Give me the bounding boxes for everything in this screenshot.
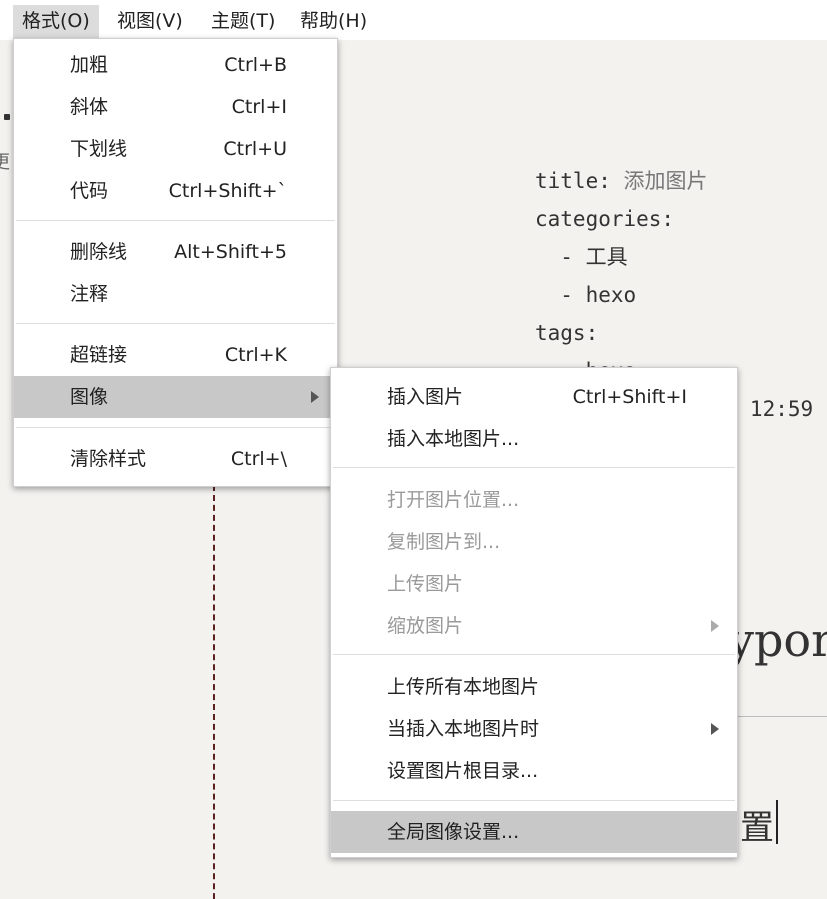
submenu-arrow-icon: [711, 723, 719, 735]
menu-item-label: 缩放图片: [387, 615, 464, 637]
menu-item-label: 代码: [70, 180, 109, 202]
menu-separator: [16, 220, 335, 221]
app-window: 格式(O) 视图(V) 主题(T) 帮助(H) 更 title: 添加图片 ca…: [0, 0, 827, 899]
menu-item-image[interactable]: 图像: [14, 376, 337, 418]
image-submenu: 插入图片 Ctrl+Shift+I 插入本地图片... 打开图片位置... 复制…: [330, 367, 738, 858]
menu-item-shortcut: Ctrl+K: [224, 344, 287, 366]
menu-item-label: 注释: [70, 283, 109, 305]
menu-item-label: 插入图片: [387, 386, 464, 408]
menu-separator: [333, 800, 735, 801]
bullet-marker: [4, 114, 10, 120]
cropped-text: 更: [0, 152, 10, 173]
menu-help[interactable]: 帮助(H): [291, 5, 376, 38]
menu-item-underline[interactable]: 下划线 Ctrl+U: [14, 128, 337, 170]
menu-item-bold[interactable]: 加粗 Ctrl+B: [14, 44, 337, 86]
front-matter-key: categories:: [535, 207, 675, 231]
menu-item-label: 设置图片根目录...: [387, 760, 539, 782]
menu-item-shortcut: Ctrl+U: [223, 138, 287, 160]
menu-theme[interactable]: 主题(T): [202, 5, 284, 38]
menu-item-shortcut: Ctrl+I: [231, 96, 287, 118]
dashed-divider: [213, 485, 215, 899]
menu-format[interactable]: 格式(O): [13, 5, 99, 38]
menu-item-set-image-root[interactable]: 设置图片根目录...: [331, 750, 737, 792]
menu-item-zoom-image: 缩放图片: [331, 605, 737, 647]
menu-item-label: 斜体: [70, 96, 109, 118]
front-matter-category: - hexo: [560, 283, 637, 307]
menu-item-label: 删除线: [70, 241, 128, 263]
menu-item-shortcut: Ctrl+B: [224, 54, 287, 76]
menu-item-insert-local-image[interactable]: 插入本地图片...: [331, 418, 737, 460]
document-heading: ypora: [728, 613, 827, 667]
menu-view[interactable]: 视图(V): [108, 5, 192, 38]
menu-item-label: 全局图像设置...: [387, 821, 520, 843]
menu-item-code[interactable]: 代码 Ctrl+Shift+`: [14, 170, 337, 212]
menu-item-comment[interactable]: 注释: [14, 273, 337, 315]
front-matter-key: tags:: [535, 321, 599, 345]
menu-item-label: 图像: [70, 386, 109, 408]
menu-item-label: 上传图片: [387, 573, 464, 595]
front-matter-key: title:: [535, 169, 611, 193]
menu-item-clear-format[interactable]: 清除样式 Ctrl+\: [14, 438, 337, 480]
horizontal-rule: [738, 716, 827, 717]
menu-item-label: 打开图片位置...: [387, 489, 520, 511]
menu-separator: [16, 427, 335, 428]
format-menu: 加粗 Ctrl+B 斜体 Ctrl+I 下划线 Ctrl+U 代码 Ctrl+S…: [13, 38, 338, 487]
document-subheading: 置: [740, 808, 774, 848]
front-matter-category: - 工具: [560, 245, 628, 269]
menu-separator: [333, 467, 735, 468]
front-matter-title: 添加图片: [623, 169, 708, 193]
menu-item-label: 复制图片到...: [387, 531, 501, 553]
menu-item-shortcut: Ctrl+Shift+`: [168, 180, 287, 202]
menu-bar: 格式(O) 视图(V) 主题(T) 帮助(H): [0, 0, 827, 40]
menu-item-label: 下划线: [70, 138, 128, 160]
menu-item-label: 上传所有本地图片: [387, 676, 540, 698]
menu-item-global-image-settings[interactable]: 全局图像设置...: [331, 811, 737, 853]
menu-item-strikethrough[interactable]: 删除线 Alt+Shift+5: [14, 231, 337, 273]
menu-item-shortcut: Ctrl+\: [230, 448, 287, 470]
menu-item-shortcut: Ctrl+Shift+I: [572, 386, 687, 408]
submenu-arrow-icon: [711, 620, 719, 632]
menu-item-copy-image-to: 复制图片到...: [331, 521, 737, 563]
menu-separator: [333, 654, 735, 655]
menu-item-open-image-location: 打开图片位置...: [331, 479, 737, 521]
menu-item-shortcut: Alt+Shift+5: [174, 241, 287, 263]
submenu-arrow-icon: [311, 391, 319, 403]
menu-item-upload-image: 上传图片: [331, 563, 737, 605]
menu-item-label: 加粗: [70, 54, 109, 76]
menu-item-insert-image[interactable]: 插入图片 Ctrl+Shift+I: [331, 376, 737, 418]
menu-item-upload-all-local[interactable]: 上传所有本地图片: [331, 666, 737, 708]
menu-item-label: 插入本地图片...: [387, 428, 520, 450]
menu-item-label: 超链接: [70, 344, 128, 366]
menu-item-hyperlink[interactable]: 超链接 Ctrl+K: [14, 334, 337, 376]
menu-item-when-insert-local[interactable]: 当插入本地图片时: [331, 708, 737, 750]
menu-item-label: 当插入本地图片时: [387, 718, 540, 740]
text-caret: [776, 800, 778, 844]
menu-item-italic[interactable]: 斜体 Ctrl+I: [14, 86, 337, 128]
menu-item-label: 清除样式: [70, 448, 147, 470]
menu-separator: [16, 323, 335, 324]
